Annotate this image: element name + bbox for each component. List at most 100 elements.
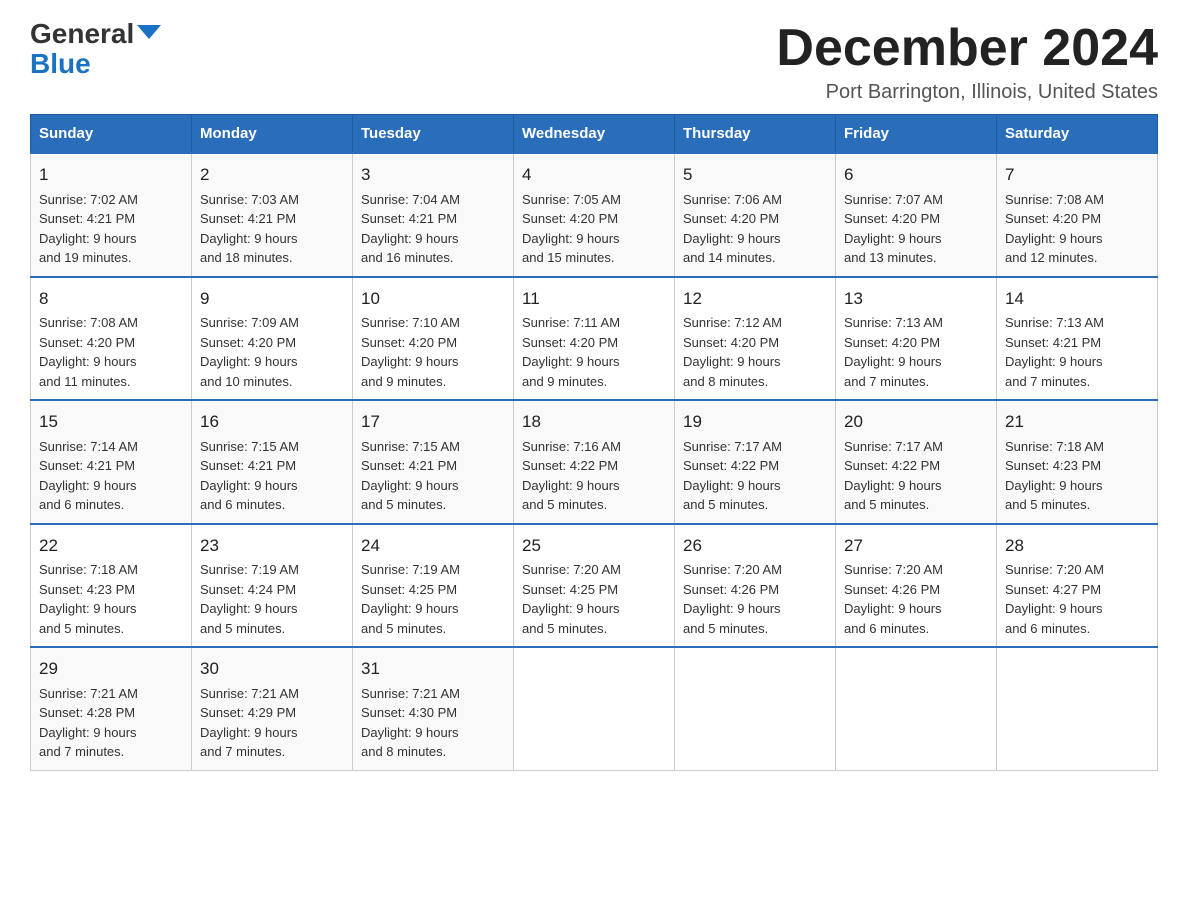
page-header: General Blue December 2024 Port Barringt…: [30, 20, 1158, 104]
day-info: Sunrise: 7:19 AM Sunset: 4:25 PM Dayligh…: [361, 562, 460, 636]
calendar-cell: 14 Sunrise: 7:13 AM Sunset: 4:21 PM Dayl…: [997, 277, 1158, 401]
day-number: 11: [522, 286, 666, 312]
calendar-cell: 11 Sunrise: 7:11 AM Sunset: 4:20 PM Dayl…: [514, 277, 675, 401]
title-block: December 2024 Port Barrington, Illinois,…: [776, 20, 1158, 104]
calendar-header-row: SundayMondayTuesdayWednesdayThursdayFrid…: [31, 115, 1158, 154]
day-info: Sunrise: 7:11 AM Sunset: 4:20 PM Dayligh…: [522, 315, 620, 389]
calendar-header-friday: Friday: [836, 115, 997, 154]
day-info: Sunrise: 7:10 AM Sunset: 4:20 PM Dayligh…: [361, 315, 460, 389]
calendar-header-wednesday: Wednesday: [514, 115, 675, 154]
day-number: 24: [361, 533, 505, 559]
calendar-cell: 10 Sunrise: 7:10 AM Sunset: 4:20 PM Dayl…: [353, 277, 514, 401]
calendar-cell: 9 Sunrise: 7:09 AM Sunset: 4:20 PM Dayli…: [192, 277, 353, 401]
day-number: 18: [522, 409, 666, 435]
day-info: Sunrise: 7:14 AM Sunset: 4:21 PM Dayligh…: [39, 439, 138, 513]
day-number: 15: [39, 409, 183, 435]
day-number: 6: [844, 162, 988, 188]
calendar-header-thursday: Thursday: [675, 115, 836, 154]
calendar-week-row: 29 Sunrise: 7:21 AM Sunset: 4:28 PM Dayl…: [31, 647, 1158, 770]
logo-general-text: General: [30, 20, 134, 48]
calendar-cell: 3 Sunrise: 7:04 AM Sunset: 4:21 PM Dayli…: [353, 153, 514, 277]
calendar-cell: 31 Sunrise: 7:21 AM Sunset: 4:30 PM Dayl…: [353, 647, 514, 770]
day-number: 26: [683, 533, 827, 559]
day-info: Sunrise: 7:13 AM Sunset: 4:20 PM Dayligh…: [844, 315, 943, 389]
day-info: Sunrise: 7:21 AM Sunset: 4:28 PM Dayligh…: [39, 686, 138, 760]
calendar-cell: 16 Sunrise: 7:15 AM Sunset: 4:21 PM Dayl…: [192, 400, 353, 524]
day-info: Sunrise: 7:18 AM Sunset: 4:23 PM Dayligh…: [39, 562, 138, 636]
day-number: 12: [683, 286, 827, 312]
calendar-cell: 28 Sunrise: 7:20 AM Sunset: 4:27 PM Dayl…: [997, 524, 1158, 648]
day-number: 21: [1005, 409, 1149, 435]
calendar-header-tuesday: Tuesday: [353, 115, 514, 154]
day-number: 29: [39, 656, 183, 682]
day-info: Sunrise: 7:09 AM Sunset: 4:20 PM Dayligh…: [200, 315, 299, 389]
calendar-cell: 17 Sunrise: 7:15 AM Sunset: 4:21 PM Dayl…: [353, 400, 514, 524]
calendar-week-row: 15 Sunrise: 7:14 AM Sunset: 4:21 PM Dayl…: [31, 400, 1158, 524]
day-info: Sunrise: 7:15 AM Sunset: 4:21 PM Dayligh…: [361, 439, 460, 513]
day-info: Sunrise: 7:20 AM Sunset: 4:27 PM Dayligh…: [1005, 562, 1104, 636]
calendar-cell: 26 Sunrise: 7:20 AM Sunset: 4:26 PM Dayl…: [675, 524, 836, 648]
day-info: Sunrise: 7:05 AM Sunset: 4:20 PM Dayligh…: [522, 192, 621, 266]
day-number: 19: [683, 409, 827, 435]
calendar-cell: 30 Sunrise: 7:21 AM Sunset: 4:29 PM Dayl…: [192, 647, 353, 770]
day-info: Sunrise: 7:17 AM Sunset: 4:22 PM Dayligh…: [683, 439, 782, 513]
calendar-table: SundayMondayTuesdayWednesdayThursdayFrid…: [30, 114, 1158, 771]
day-number: 3: [361, 162, 505, 188]
calendar-cell: 1 Sunrise: 7:02 AM Sunset: 4:21 PM Dayli…: [31, 153, 192, 277]
day-info: Sunrise: 7:06 AM Sunset: 4:20 PM Dayligh…: [683, 192, 782, 266]
day-number: 5: [683, 162, 827, 188]
page-title: December 2024: [776, 20, 1158, 77]
day-info: Sunrise: 7:21 AM Sunset: 4:30 PM Dayligh…: [361, 686, 460, 760]
day-number: 8: [39, 286, 183, 312]
calendar-cell: 15 Sunrise: 7:14 AM Sunset: 4:21 PM Dayl…: [31, 400, 192, 524]
day-number: 16: [200, 409, 344, 435]
day-info: Sunrise: 7:07 AM Sunset: 4:20 PM Dayligh…: [844, 192, 943, 266]
calendar-cell: 12 Sunrise: 7:12 AM Sunset: 4:20 PM Dayl…: [675, 277, 836, 401]
day-number: 27: [844, 533, 988, 559]
day-number: 9: [200, 286, 344, 312]
calendar-week-row: 1 Sunrise: 7:02 AM Sunset: 4:21 PM Dayli…: [31, 153, 1158, 277]
logo-blue-text: Blue: [30, 48, 91, 80]
day-info: Sunrise: 7:13 AM Sunset: 4:21 PM Dayligh…: [1005, 315, 1104, 389]
day-info: Sunrise: 7:03 AM Sunset: 4:21 PM Dayligh…: [200, 192, 299, 266]
calendar-cell: 7 Sunrise: 7:08 AM Sunset: 4:20 PM Dayli…: [997, 153, 1158, 277]
calendar-cell: 22 Sunrise: 7:18 AM Sunset: 4:23 PM Dayl…: [31, 524, 192, 648]
calendar-cell: 29 Sunrise: 7:21 AM Sunset: 4:28 PM Dayl…: [31, 647, 192, 770]
day-number: 22: [39, 533, 183, 559]
day-number: 28: [1005, 533, 1149, 559]
logo-triangle-icon: [137, 25, 161, 39]
calendar-cell: 2 Sunrise: 7:03 AM Sunset: 4:21 PM Dayli…: [192, 153, 353, 277]
calendar-cell: 5 Sunrise: 7:06 AM Sunset: 4:20 PM Dayli…: [675, 153, 836, 277]
day-number: 25: [522, 533, 666, 559]
calendar-cell: 8 Sunrise: 7:08 AM Sunset: 4:20 PM Dayli…: [31, 277, 192, 401]
day-number: 23: [200, 533, 344, 559]
calendar-cell: 21 Sunrise: 7:18 AM Sunset: 4:23 PM Dayl…: [997, 400, 1158, 524]
day-info: Sunrise: 7:08 AM Sunset: 4:20 PM Dayligh…: [1005, 192, 1104, 266]
logo: General Blue: [30, 20, 161, 80]
calendar-header-sunday: Sunday: [31, 115, 192, 154]
day-info: Sunrise: 7:04 AM Sunset: 4:21 PM Dayligh…: [361, 192, 460, 266]
day-info: Sunrise: 7:20 AM Sunset: 4:26 PM Dayligh…: [844, 562, 943, 636]
day-number: 10: [361, 286, 505, 312]
day-info: Sunrise: 7:12 AM Sunset: 4:20 PM Dayligh…: [683, 315, 782, 389]
calendar-cell: 13 Sunrise: 7:13 AM Sunset: 4:20 PM Dayl…: [836, 277, 997, 401]
calendar-week-row: 22 Sunrise: 7:18 AM Sunset: 4:23 PM Dayl…: [31, 524, 1158, 648]
calendar-week-row: 8 Sunrise: 7:08 AM Sunset: 4:20 PM Dayli…: [31, 277, 1158, 401]
calendar-cell: 19 Sunrise: 7:17 AM Sunset: 4:22 PM Dayl…: [675, 400, 836, 524]
day-info: Sunrise: 7:02 AM Sunset: 4:21 PM Dayligh…: [39, 192, 138, 266]
day-number: 13: [844, 286, 988, 312]
day-info: Sunrise: 7:15 AM Sunset: 4:21 PM Dayligh…: [200, 439, 299, 513]
calendar-cell: [997, 647, 1158, 770]
day-number: 31: [361, 656, 505, 682]
calendar-cell: 24 Sunrise: 7:19 AM Sunset: 4:25 PM Dayl…: [353, 524, 514, 648]
calendar-cell: 18 Sunrise: 7:16 AM Sunset: 4:22 PM Dayl…: [514, 400, 675, 524]
page-subtitle: Port Barrington, Illinois, United States: [776, 81, 1158, 104]
day-number: 14: [1005, 286, 1149, 312]
calendar-header-monday: Monday: [192, 115, 353, 154]
calendar-cell: [514, 647, 675, 770]
day-info: Sunrise: 7:08 AM Sunset: 4:20 PM Dayligh…: [39, 315, 138, 389]
day-number: 4: [522, 162, 666, 188]
day-number: 1: [39, 162, 183, 188]
calendar-cell: 20 Sunrise: 7:17 AM Sunset: 4:22 PM Dayl…: [836, 400, 997, 524]
day-number: 2: [200, 162, 344, 188]
